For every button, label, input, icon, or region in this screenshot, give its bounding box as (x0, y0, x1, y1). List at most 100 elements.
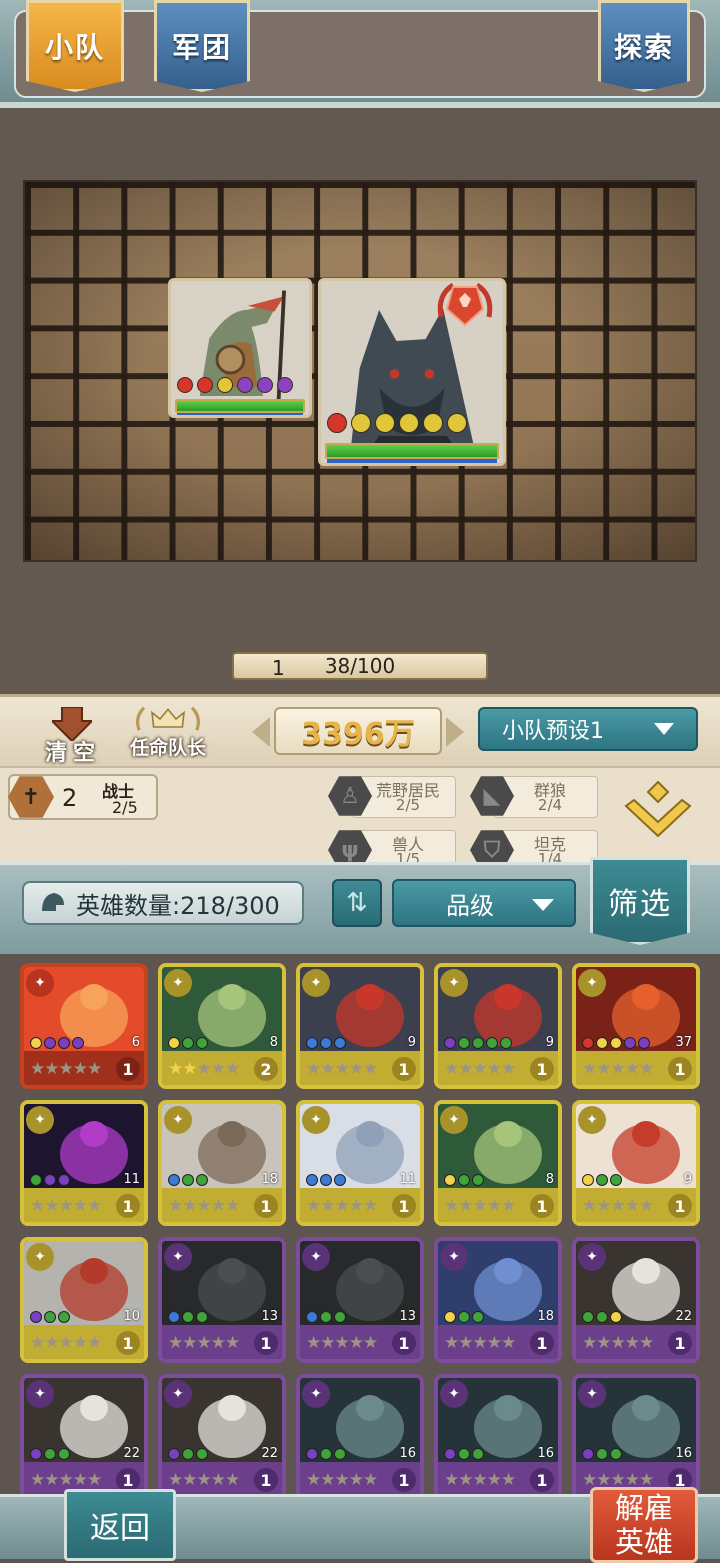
star-icon: ★ (444, 1059, 459, 1079)
footer-bar: 返回 解雇 英雄 (0, 1487, 720, 1563)
hero-level: 1 (530, 1468, 554, 1492)
hero-trait-dots (582, 1311, 622, 1323)
star-icon: ★ (72, 1333, 88, 1353)
star-icon: ★ (168, 1196, 183, 1216)
hero-cost: 16 (399, 1446, 416, 1461)
star-icon: ★ (168, 1470, 183, 1490)
hero-card[interactable]: ✦ 11 ★★★★★ 1 (20, 1100, 148, 1226)
hero-card[interactable]: ✦ 8 ★★★★★ 2 (158, 963, 286, 1089)
star-icon: ★ (458, 1059, 473, 1079)
star-icon: ★ (472, 1470, 488, 1490)
hero-trait-dots (444, 1174, 484, 1186)
hero-card-footer: ★★★★★ 1 (162, 1325, 282, 1359)
hero-trait-dots (168, 1037, 208, 1049)
trait-dot (196, 1311, 208, 1323)
expand-chevron-icon[interactable] (622, 778, 694, 844)
hero-level: 1 (254, 1194, 278, 1218)
star-icon: ★ (30, 1059, 45, 1079)
unit-grey-wolf[interactable] (318, 278, 506, 466)
trait-dot (58, 1174, 70, 1186)
star-icon: ★ (639, 1059, 654, 1079)
hero-card[interactable]: ✦ 8 ★★★★★ 1 (434, 1100, 562, 1226)
star-icon: ★ (363, 1333, 378, 1353)
hero-card[interactable]: ✦ 22 ★★★★★ 1 (572, 1237, 700, 1363)
hero-trait-dots (168, 1448, 208, 1460)
trait-orc[interactable]: ψ 兽人 1/5 (328, 828, 458, 862)
squad-preset-dropdown[interactable]: 小队预设1 (478, 707, 698, 751)
star-icon: ★ (348, 1470, 364, 1490)
back-button[interactable]: 返回 (64, 1489, 176, 1561)
trait-warrior[interactable]: ✝ 2 战士 2/5 (8, 774, 158, 820)
trait-dot (472, 1311, 484, 1323)
hero-list: ✦ 6 ★★★★★ 1 ✦ 8 ★★★★★ 2 ✦ 9 ★★★★★ 1 ✦ 9 ★★★★★ 1 ✦ 37 ★★★★★… (0, 954, 720, 1494)
tab-squad[interactable]: 小队 (26, 0, 124, 92)
hero-card[interactable]: ✦ 37 ★★★★★ 1 (572, 963, 700, 1089)
hero-level: 2 (254, 1057, 278, 1081)
trait-wilderness[interactable]: ♙ 荒野居民 2/5 (328, 774, 458, 818)
hero-card[interactable]: ✦ 18 ★★★★★ 1 (158, 1100, 286, 1226)
hero-cost: 18 (537, 1309, 554, 1324)
hero-cost: 8 (545, 1172, 554, 1187)
hero-level: 1 (254, 1468, 278, 1492)
hero-level: 1 (530, 1331, 554, 1355)
squad-xp-bar: 1 38/100 (232, 652, 488, 680)
star-icon: ★ (225, 1470, 240, 1490)
formation-grid[interactable] (23, 180, 697, 562)
sort-order-button[interactable]: ⇅ (332, 879, 382, 927)
star-icon: ★ (306, 1059, 321, 1079)
star-icon: ★ (444, 1333, 459, 1353)
hero-card[interactable]: ✦ 16 ★★★★★ 1 (572, 1374, 700, 1494)
hero-count-label: 英雄数量:218/300 (76, 891, 280, 920)
star-icon: ★ (168, 1059, 183, 1079)
hero-card-footer: ★★★★★ 1 (162, 1188, 282, 1222)
hero-card[interactable]: ✦ 16 ★★★★★ 1 (296, 1374, 424, 1494)
star-icon: ★ (44, 1196, 59, 1216)
star-icon: ★ (306, 1470, 321, 1490)
hero-level: 1 (668, 1331, 692, 1355)
dismiss-hero-button[interactable]: 解雇 英雄 (590, 1487, 698, 1563)
hero-card[interactable]: ✦ 22 ★★★★★ 1 (20, 1374, 148, 1494)
hero-card[interactable]: ✦ 18 ★★★★★ 1 (434, 1237, 562, 1363)
hero-stars: ★★★★★ (582, 1196, 654, 1216)
star-icon: ★ (225, 1196, 240, 1216)
tab-explore[interactable]: 探索 (598, 0, 690, 92)
star-icon: ★ (225, 1059, 240, 1079)
trait-dot (472, 1037, 484, 1049)
hero-trait-dots (582, 1037, 650, 1049)
crocodile-warrior-portrait (171, 281, 309, 415)
hero-trait-dots (582, 1448, 622, 1460)
hero-class-icon: ✦ (578, 1380, 606, 1408)
star-icon: ★ (582, 1196, 597, 1216)
hero-class-icon: ✦ (302, 1380, 330, 1408)
hero-trait-dots (30, 1311, 70, 1323)
hero-stars: ★★★★★ (582, 1333, 654, 1353)
hero-card[interactable]: ✦ 13 ★★★★★ 1 (158, 1237, 286, 1363)
hero-card[interactable]: ✦ 9 ★★★★★ 1 (572, 1100, 700, 1226)
star-icon: ★ (501, 1470, 516, 1490)
hero-card[interactable]: ✦ 13 ★★★★★ 1 (296, 1237, 424, 1363)
trait-dot (334, 1037, 346, 1049)
hero-card[interactable]: ✦ 9 ★★★★★ 1 (434, 963, 562, 1089)
hero-card[interactable]: ✦ 10 ★★★★★ 1 (20, 1237, 148, 1363)
hero-cost: 9 (545, 1035, 554, 1050)
hero-level: 1 (116, 1194, 140, 1218)
hero-card[interactable]: ✦ 16 ★★★★★ 1 (434, 1374, 562, 1494)
hero-cost: 8 (269, 1035, 278, 1050)
hero-card[interactable]: ✦ 22 ★★★★★ 1 (158, 1374, 286, 1494)
trait-tank[interactable]: ⛉ 坦克 1/4 (470, 828, 600, 862)
hero-card[interactable]: ✦ 9 ★★★★★ 1 (296, 963, 424, 1089)
trait-wolfpack[interactable]: ◣ 群狼 2/4 (470, 774, 600, 818)
unit-crocodile-warrior[interactable] (168, 278, 312, 418)
hero-card-footer: ★★★★★ 1 (162, 1462, 282, 1494)
star-icon: ★ (472, 1059, 488, 1079)
hero-card[interactable]: ✦ 11 ★★★★★ 1 (296, 1100, 424, 1226)
clear-button[interactable]: 清空 (36, 701, 110, 766)
hero-trait-dots (444, 1311, 484, 1323)
hero-card[interactable]: ✦ 6 ★★★★★ 1 (20, 963, 148, 1089)
appoint-captain-button[interactable]: 任命队长 (118, 697, 218, 763)
filter-button[interactable]: 筛选 (590, 857, 690, 945)
star-icon: ★ (87, 1333, 102, 1353)
star-icon: ★ (334, 1059, 350, 1079)
tab-legion[interactable]: 军团 (154, 0, 250, 92)
grade-sort-dropdown[interactable]: 品级 (392, 879, 576, 927)
